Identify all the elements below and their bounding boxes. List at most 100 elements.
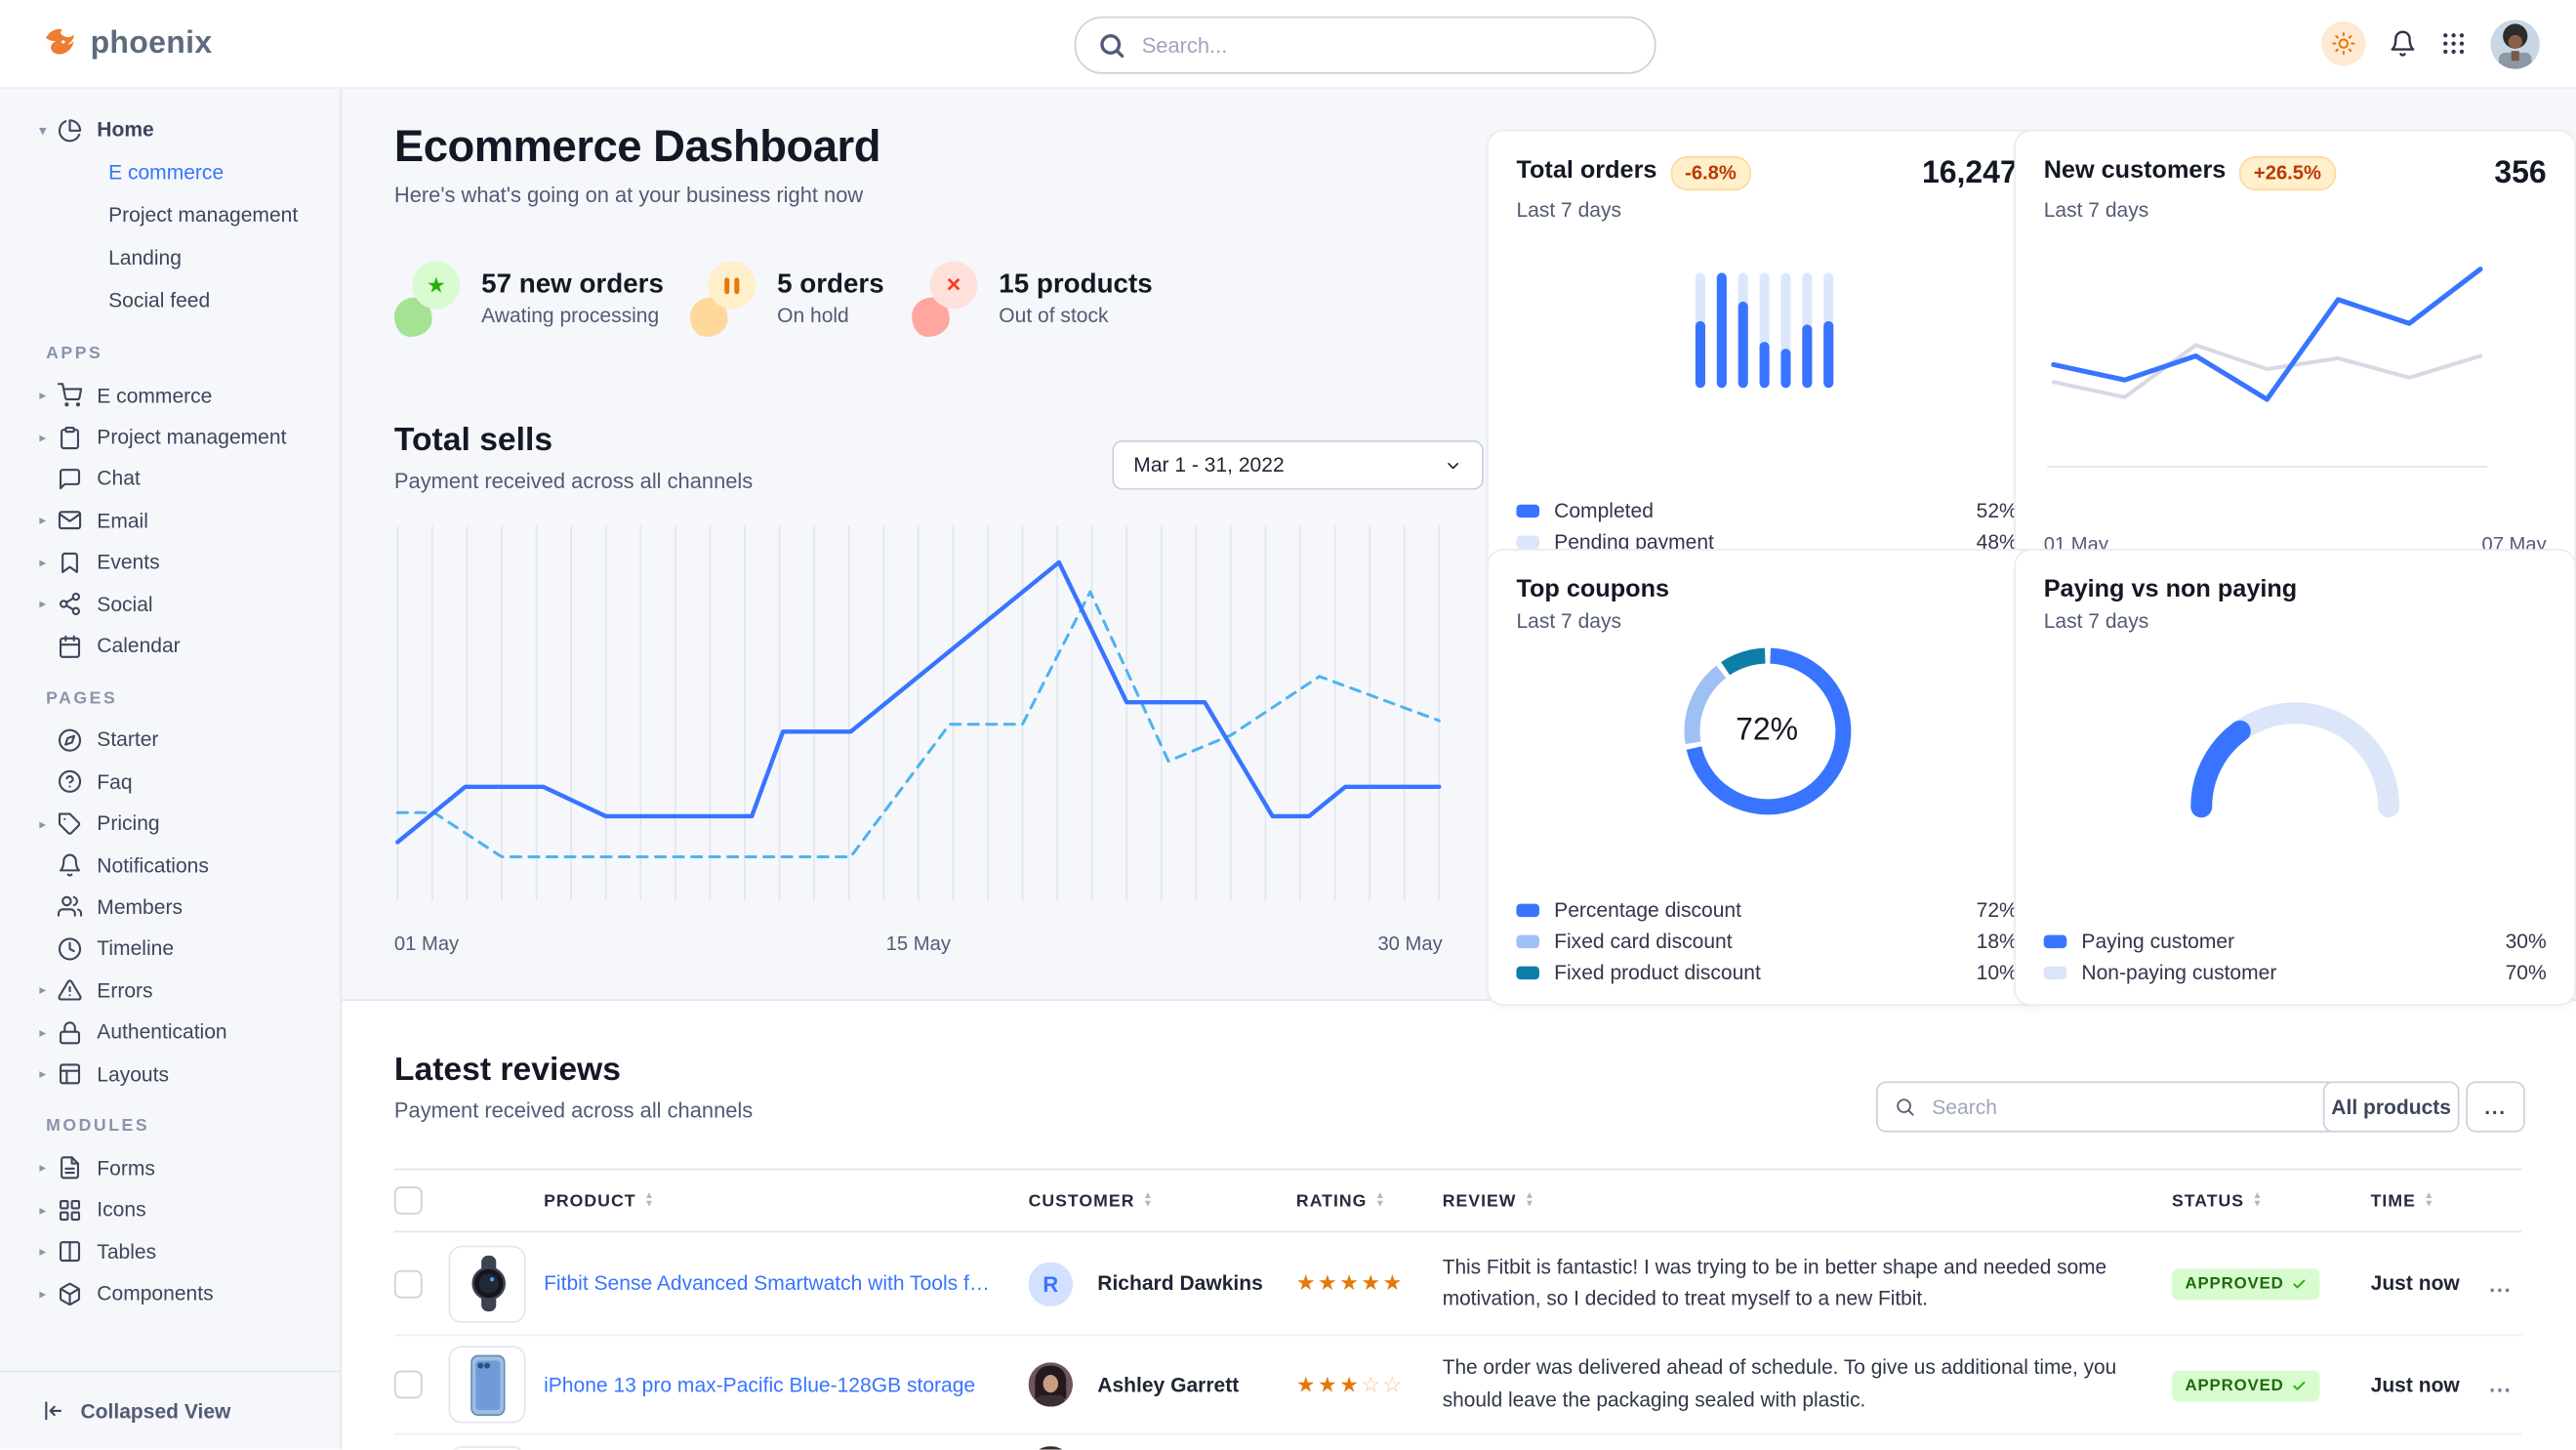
search-input[interactable] (1138, 31, 1631, 60)
product-link[interactable]: Fitbit Sense Advanced Smartwatch with To… (544, 1272, 1028, 1296)
sort-icon: ▲▼ (2253, 1193, 2264, 1208)
customer-avatar[interactable] (1029, 1362, 1073, 1406)
row-checkbox[interactable] (394, 1269, 423, 1298)
orders-bar-chart (1693, 269, 1840, 399)
sidebar-item-project-management-home[interactable]: Project management (0, 194, 340, 237)
column-rating[interactable]: RATING ▲▼ (1296, 1190, 1443, 1210)
sidebar-item-pricing[interactable]: ▸ Pricing (0, 803, 340, 845)
clipboard-icon (58, 425, 82, 449)
collapse-sidebar-button[interactable]: Collapsed View (0, 1371, 340, 1450)
global-search[interactable] (1075, 17, 1656, 74)
customer-avatar[interactable]: R (1029, 1262, 1073, 1305)
sidebar-item-ecommerce[interactable]: ▸ E commerce (0, 375, 340, 417)
brand-logo[interactable]: phoenix (39, 0, 212, 87)
column-time[interactable]: TIME ▲▼ (2371, 1190, 2484, 1210)
date-range-select[interactable]: Mar 1 - 31, 2022 (1112, 440, 1483, 489)
sort-icon: ▲▼ (1143, 1193, 1154, 1208)
sidebar-item-home[interactable]: ▾ Home (0, 108, 340, 151)
user-avatar[interactable] (2490, 19, 2539, 67)
sidebar-item-events[interactable]: ▸ Events (0, 542, 340, 584)
sidebar-item-social[interactable]: ▸ Social (0, 583, 340, 625)
bookmark-icon (58, 550, 82, 574)
card-paying-vs-non-paying: Paying vs non paying Last 7 days Paying … (2014, 549, 2576, 1006)
legend-percentage-discount: Percentage discount 72% (1516, 899, 2017, 923)
review-time: Just now (2371, 1373, 2484, 1396)
sidebar-item-authentication[interactable]: ▸ Authentication (0, 1012, 340, 1054)
latest-reviews-title: Latest reviews (394, 1052, 621, 1090)
x-icon: × (912, 258, 977, 337)
sidebar-item-timeline[interactable]: ▸ Timeline (0, 928, 340, 970)
search-icon (1099, 33, 1124, 58)
legend-fixed-product-discount: Fixed product discount 10% (1516, 962, 2017, 985)
total-sells-plot (394, 522, 1443, 914)
product-image-smartwatch[interactable] (448, 1245, 525, 1322)
status-badge: APPROVED (2172, 1268, 2320, 1300)
legend-swatch (1516, 935, 1539, 948)
product-image-iphone[interactable] (448, 1346, 525, 1423)
iphone-picture (470, 1353, 506, 1416)
select-all-checkbox[interactable] (394, 1186, 423, 1215)
sidebar-item-errors[interactable]: ▸ Errors (0, 970, 340, 1012)
column-status[interactable]: STATUS ▲▼ (2172, 1190, 2371, 1210)
sidebar-item-ecommerce-home[interactable]: E commerce (0, 151, 340, 194)
table-row-partial (394, 1434, 2522, 1449)
sort-icon: ▲▼ (2424, 1193, 2434, 1208)
sidebar-item-icons[interactable]: ▸ Icons (0, 1189, 340, 1231)
sidebar-item-components[interactable]: ▸ Components (0, 1272, 340, 1314)
notifications-button[interactable] (2389, 29, 2417, 58)
check-icon (2292, 1277, 2307, 1292)
column-review[interactable]: REVIEW ▲▼ (1443, 1190, 2172, 1210)
reviews-table: PRODUCT ▲▼ CUSTOMER ▲▼ RATING ▲▼ REVIEW … (394, 1169, 2522, 1450)
table-row: iPhone 13 pro max-Pacific Blue-128GB sto… (394, 1336, 2522, 1434)
lock-icon (58, 1020, 82, 1045)
product-image[interactable] (448, 1446, 525, 1449)
legend-non-paying: Non-paying customer 70% (2044, 962, 2547, 985)
page-subtitle: Here's what's going on at your business … (394, 183, 863, 207)
customer-avatar[interactable] (1029, 1446, 1073, 1449)
alert-triangle-icon (58, 978, 82, 1003)
product-link[interactable]: iPhone 13 pro max-Pacific Blue-128GB sto… (544, 1373, 1028, 1396)
caret-right-icon: ▸ (39, 816, 58, 831)
reviews-search-input[interactable] (1929, 1094, 2325, 1120)
all-products-button[interactable]: All products (2323, 1081, 2460, 1132)
theme-toggle-button[interactable] (2321, 21, 2365, 65)
sidebar-item-members[interactable]: ▸ Members (0, 887, 340, 929)
sidebar-item-chat[interactable]: ▸ Chat (0, 458, 340, 500)
sidebar-item-project-management[interactable]: ▸ Project management (0, 416, 340, 458)
legend-paying: Paying customer 30% (2044, 931, 2547, 954)
row-menu-button[interactable]: ... (2484, 1372, 2522, 1396)
caret-right-icon: ▸ (39, 430, 58, 444)
calendar-icon (58, 634, 82, 658)
new-customers-line-chart (2044, 236, 2547, 488)
sidebar-item-layouts[interactable]: ▸ Layouts (0, 1054, 340, 1096)
sidebar-item-email[interactable]: ▸ Email (0, 500, 340, 542)
avatar-photo (2490, 19, 2539, 67)
sidebar-item-starter[interactable]: ▸ Starter (0, 720, 340, 762)
sidebar-item-landing[interactable]: Landing (0, 236, 340, 279)
card-new-customers: New customers +26.5% 356 Last 7 days 01 … (2014, 130, 2576, 575)
apps-menu-button[interactable] (2439, 29, 2468, 58)
grid-dots-icon (2439, 29, 2468, 58)
reviews-more-button[interactable]: ... (2466, 1081, 2525, 1132)
latest-reviews-subtitle: Payment received across all channels (394, 1098, 753, 1122)
bell-icon (2389, 29, 2417, 58)
row-checkbox[interactable] (394, 1371, 423, 1399)
page-title: Ecommerce Dashboard (394, 122, 880, 173)
sidebar-item-social-feed[interactable]: Social feed (0, 279, 340, 322)
sidebar-item-faq[interactable]: ▸ Faq (0, 761, 340, 803)
legend-swatch (1516, 904, 1539, 917)
column-customer[interactable]: CUSTOMER ▲▼ (1029, 1190, 1296, 1210)
legend-swatch (1516, 967, 1539, 979)
total-sells-chart: 01 May 15 May 30 May (394, 522, 1443, 955)
sidebar-nav: ▾ Home E commerce Project management Lan… (0, 87, 342, 1449)
sidebar-item-notifications[interactable]: ▸ Notifications (0, 845, 340, 887)
sidebar-item-calendar[interactable]: ▸ Calendar (0, 625, 340, 667)
sidebar-item-tables[interactable]: ▸ Tables (0, 1231, 340, 1273)
sidebar-item-forms[interactable]: ▸ Forms (0, 1147, 340, 1189)
row-menu-button[interactable]: ... (2484, 1271, 2522, 1296)
compass-icon (58, 727, 82, 752)
phoenix-logo-icon (39, 23, 78, 62)
column-product[interactable]: PRODUCT ▲▼ (544, 1190, 1028, 1210)
table-row: Fitbit Sense Advanced Smartwatch with To… (394, 1232, 2522, 1336)
reviews-search[interactable] (1876, 1081, 2343, 1132)
